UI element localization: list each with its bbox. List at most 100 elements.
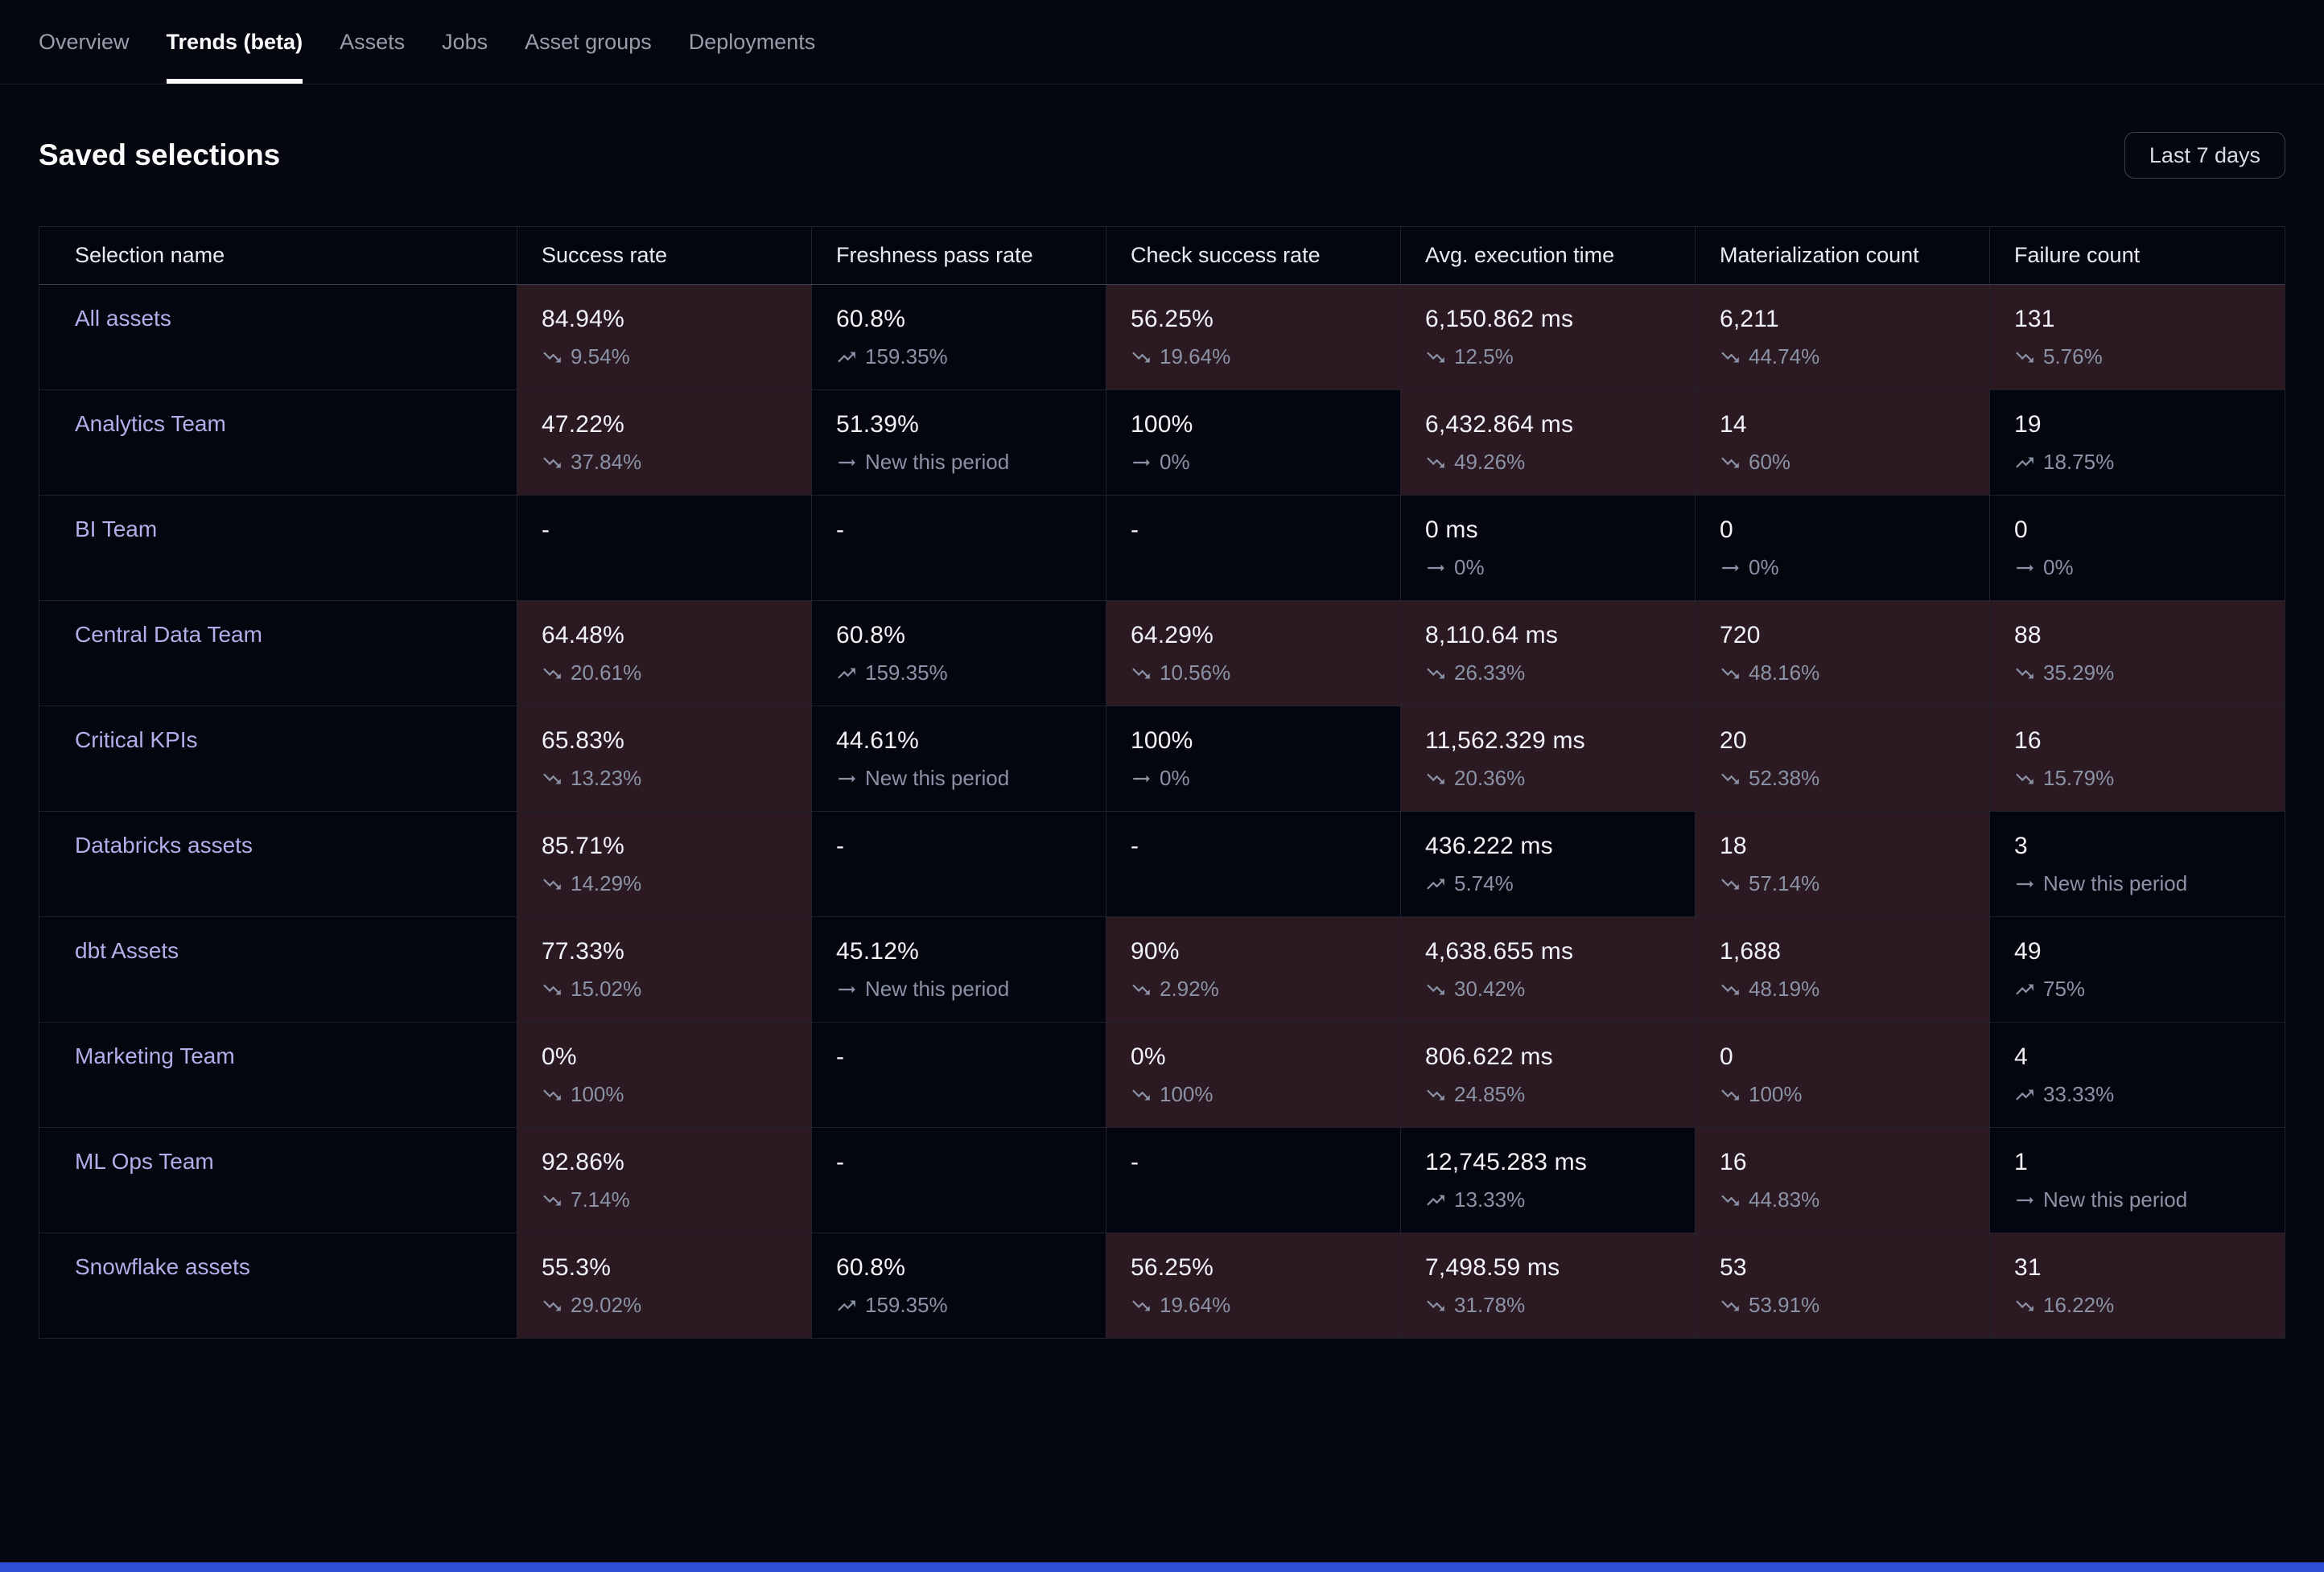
selection-link-dbt-assets[interactable]: dbt Assets [75,938,179,963]
trend-value: 159.35% [865,660,948,685]
metric-cell: 8835.29% [1990,601,2285,706]
trend-indicator: 0% [1425,555,1695,580]
metric-cell: 85.71%14.29% [517,812,812,916]
trending-down-icon [1131,979,1152,1000]
metric-cell: 0100% [1696,1023,1990,1127]
selection-link-analytics-team[interactable]: Analytics Team [75,411,226,436]
metric-cell: 72048.16% [1696,601,1990,706]
metric-value: 45.12% [836,938,1106,965]
selection-name-cell: Central Data Team [39,601,517,706]
trend-indicator: 20.36% [1425,766,1695,791]
metric-value: 90% [1131,938,1400,965]
trend-indicator: 159.35% [836,344,1106,369]
metric-cell: 60.8% 159.35% [812,285,1106,389]
table-row: ML Ops Team92.86%7.14%--12,745.283 ms13.… [39,1128,2285,1233]
trend-indicator: 159.35% [836,1293,1106,1318]
trending-down-icon [2014,347,2035,368]
trend-indicator: 24.85% [1425,1082,1695,1107]
selection-link-all-assets[interactable]: All assets [75,306,171,331]
page-header: Saved selections Last 7 days [0,84,2324,226]
metric-value: 49 [2014,938,2285,965]
metric-value: 64.48% [542,622,811,649]
trend-indicator: 13.33% [1425,1187,1695,1212]
selection-link-central-data-team[interactable]: Central Data Team [75,622,262,647]
metric-value: 4 [2014,1043,2285,1071]
selection-link-marketing-team[interactable]: Marketing Team [75,1043,235,1068]
metric-cell: 00% [1696,496,1990,600]
trending-flat-icon [1131,768,1152,789]
trend-value: 10.56% [1160,660,1230,685]
metric-cell: 806.622 ms 24.85% [1401,1023,1696,1127]
selection-link-critical-kpis[interactable]: Critical KPIs [75,727,197,752]
metric-value: 11,562.329 ms [1425,727,1695,755]
selection-name-cell: Databricks assets [39,812,517,916]
trend-indicator: 49.26% [1425,450,1695,475]
metric-value: 77.33% [542,938,811,965]
metric-cell: 5353.91% [1696,1233,1990,1338]
metric-cell: 6,432.864 ms49.26% [1401,390,1696,495]
metric-value: 16 [1720,1149,1989,1176]
metric-value: 806.622 ms [1425,1043,1695,1071]
bottom-accent-bar [0,1562,2324,1572]
metric-cell: 45.12%New this period [812,917,1106,1022]
metric-value: 0 [1720,1043,1989,1071]
table-header-row: Selection nameSuccess rateFreshness pass… [39,227,2285,285]
metric-value: 64.29% [1131,622,1400,649]
trend-value: 19.64% [1160,1293,1230,1318]
metric-value: 55.3% [542,1254,811,1282]
trend-indicator: 60% [1720,450,1989,475]
trend-value: 0% [1160,450,1190,475]
tab-asset-groups[interactable]: Asset groups [525,0,652,84]
tab-trends-beta[interactable]: Trends (beta) [167,0,303,84]
trending-flat-icon [1425,558,1446,578]
trend-value: 44.83% [1749,1187,1819,1212]
table-row: All assets84.94%9.54%60.8%159.35%56.25%1… [39,285,2285,390]
trend-value: 0% [1749,555,1779,580]
metric-value: 720 [1720,622,1989,649]
table-row: Databricks assets85.71%14.29%--436.222 m… [39,812,2285,917]
trend-indicator: 18.75% [2014,450,2285,475]
metric-cell: 64.29% 10.56% [1106,601,1401,706]
metric-cell: 65.83%13.23% [517,706,812,811]
metric-cell: 55.3% 29.02% [517,1233,812,1338]
trend-indicator: 29.02% [542,1293,811,1318]
trending-flat-icon [1131,452,1152,473]
date-range-button[interactable]: Last 7 days [2124,132,2285,179]
tab-overview[interactable]: Overview [39,0,130,84]
metric-value: 4,638.655 ms [1425,938,1695,965]
metric-value: 6,150.862 ms [1425,306,1695,333]
tab-assets[interactable]: Assets [340,0,405,84]
trending-up-icon [836,1295,857,1316]
trending-flat-icon [1720,558,1741,578]
metric-value: 60.8% [836,1254,1106,1282]
trending-down-icon [1131,1084,1152,1105]
selection-link-snowflake-assets[interactable]: Snowflake assets [75,1254,250,1279]
metric-cell: 64.48% 20.61% [517,601,812,706]
trending-down-icon [2014,768,2035,789]
trend-value: 13.23% [571,766,641,791]
trending-down-icon [542,874,562,895]
metric-value: 0% [542,1043,811,1071]
selection-link-databricks-assets[interactable]: Databricks assets [75,833,253,858]
trend-indicator: 19.64% [1131,344,1400,369]
trend-indicator: 5.74% [1425,871,1695,896]
metric-cell: 7,498.59 ms31.78% [1401,1233,1696,1338]
tab-jobs[interactable]: Jobs [442,0,488,84]
tab-deployments[interactable]: Deployments [689,0,816,84]
metric-value: 60.8% [836,306,1106,333]
metric-cell: 0%100% [1106,1023,1401,1127]
column-header-check-success-rate: Check success rate [1106,227,1401,284]
selection-link-ml-ops-team[interactable]: ML Ops Team [75,1149,214,1174]
trend-indicator: 20.61% [542,660,811,685]
trend-value: 159.35% [865,344,948,369]
metric-cell: 51.39%New this period [812,390,1106,495]
metric-cell: 60.8% 159.35% [812,1233,1106,1338]
metric-cell: 3116.22% [1990,1233,2285,1338]
table-row: Snowflake assets55.3%29.02%60.8%159.35%5… [39,1233,2285,1338]
selection-link-bi-team[interactable]: BI Team [75,516,157,541]
trend-indicator: 37.84% [542,450,811,475]
metric-cell: 1New this period [1990,1128,2285,1232]
metric-cell: 56.25%19.64% [1106,1233,1401,1338]
trend-value: 26.33% [1454,660,1525,685]
trending-down-icon [1720,1295,1741,1316]
